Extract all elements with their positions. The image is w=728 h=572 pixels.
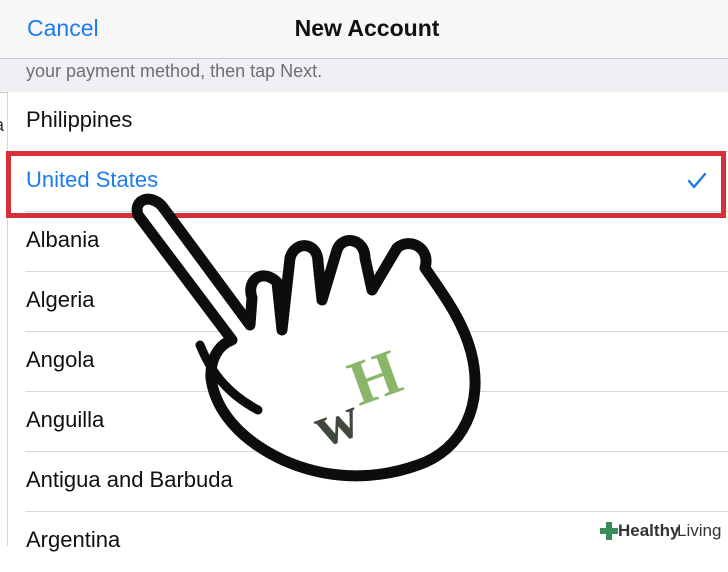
country-row-united-states[interactable]: United States — [8, 152, 728, 212]
country-label: Argentina — [26, 527, 121, 552]
country-label: Angola — [26, 347, 95, 372]
badge-text-light: Living — [677, 521, 722, 540]
country-row-anguilla[interactable]: Anguilla — [8, 392, 728, 452]
country-label: Albania — [26, 227, 100, 252]
page-title: New Account — [294, 15, 440, 41]
country-label: United States — [26, 167, 159, 192]
instruction-text: your payment method, then tap Next. — [26, 61, 323, 81]
country-row-albania[interactable]: Albania — [8, 212, 728, 272]
country-row-algeria[interactable]: Algeria — [8, 272, 728, 332]
instruction-banner: your payment method, then tap Next. — [0, 59, 728, 93]
navigation-bar: Cancel New Account — [0, 0, 728, 59]
country-label: Philippines — [26, 107, 133, 132]
country-label: Anguilla — [26, 407, 105, 432]
badge-text-bold: Healthy — [618, 521, 680, 540]
country-label: Algeria — [26, 287, 95, 312]
country-row-antigua-and-barbuda[interactable]: Antigua and Barbuda — [8, 452, 728, 512]
country-row-angola[interactable]: Angola — [8, 332, 728, 392]
checkmark-icon — [687, 172, 707, 189]
country-label: Antigua and Barbuda — [26, 467, 233, 492]
plus-icon — [600, 522, 618, 540]
background-text-fragment: a — [0, 115, 4, 136]
background-list-edge: a — [0, 93, 8, 546]
country-row-philippines[interactable]: Philippines — [8, 92, 728, 152]
healthy-living-badge: Healthy Living — [594, 516, 728, 546]
